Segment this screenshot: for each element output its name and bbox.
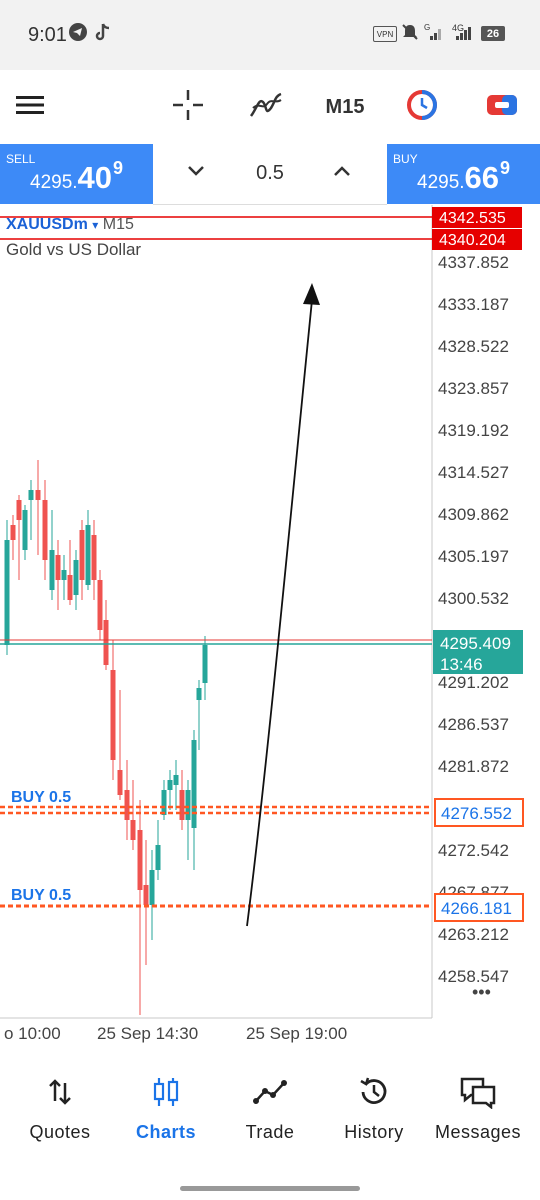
candle-body (35, 490, 41, 500)
symbol-timeframe: M15 (102, 216, 134, 233)
bottom-navigation: Quotes Charts Trade History Messages (0, 1056, 540, 1200)
candle-body (85, 525, 91, 585)
messages-icon (424, 1074, 532, 1110)
candle-body (4, 540, 10, 645)
candle-body (191, 740, 197, 828)
candle-body (61, 570, 67, 580)
price-axis-label: 4319.192 (438, 421, 509, 440)
candle-body (79, 530, 85, 580)
price-axis-label: 4333.187 (438, 295, 509, 314)
price-axis-label: 4337.852 (438, 253, 509, 272)
candle-body (161, 790, 167, 815)
candle-body (110, 670, 116, 760)
nav-label: Messages (434, 1122, 522, 1142)
candle-body (55, 555, 61, 580)
candle-body (167, 780, 173, 790)
symbol-caret-icon: ▾ (92, 218, 99, 232)
price-axis-label: 4300.532 (438, 589, 509, 608)
nav-label: History (344, 1122, 404, 1142)
bar-countdown: 13:46 (440, 655, 483, 674)
nav-messages[interactable]: Messages (424, 1074, 532, 1143)
price-axis-label: 4263.212 (438, 925, 509, 944)
candle-body (143, 885, 149, 905)
current-price-label: 4295.409 (440, 634, 511, 653)
alert-price-label: 4340.204 (439, 232, 506, 249)
price-axis-label: 4328.522 (438, 337, 509, 356)
price-axis-label: 4309.862 (438, 505, 509, 524)
price-axis-label: 4291.202 (438, 673, 509, 692)
order-price-label: 4276.552 (441, 804, 512, 823)
candle-body (149, 870, 155, 905)
time-axis-label: o 10:00 (4, 1024, 61, 1043)
candle-body (28, 490, 34, 500)
time-axis-label: 25 Sep 14:30 (97, 1024, 198, 1043)
candle-body (196, 688, 202, 700)
candle-body (67, 575, 73, 600)
candles-icon (112, 1074, 220, 1110)
candle-body (130, 820, 136, 840)
candle-body (202, 645, 208, 683)
price-axis-label: 4323.857 (438, 379, 509, 398)
nav-label: Charts (135, 1122, 196, 1142)
price-axis-label: 4314.527 (438, 463, 509, 482)
nav-label: Quotes (29, 1122, 91, 1142)
order-price-label: 4266.181 (441, 899, 512, 918)
price-axis-label: 4305.197 (438, 547, 509, 566)
candle-body (91, 535, 97, 580)
symbol-name: XAUUSDm (6, 216, 88, 233)
candle-body (16, 500, 22, 520)
time-axis-label: 25 Sep 19:00 (246, 1024, 347, 1043)
symbol-header[interactable]: XAUUSDm ▾ M15 (6, 216, 134, 234)
candle-body (97, 580, 103, 630)
nav-quotes[interactable]: Quotes (6, 1074, 114, 1143)
price-axis-label: 4272.542 (438, 841, 509, 860)
alert-price-label: 4342.535 (439, 210, 506, 227)
candle-body (124, 790, 130, 820)
candle-body (22, 510, 28, 550)
candle-body (42, 500, 48, 560)
order-label: BUY 0.5 (11, 887, 71, 904)
quotes-arrows-icon (6, 1074, 114, 1110)
nav-trade[interactable]: Trade (216, 1074, 324, 1143)
candle-body (137, 830, 143, 890)
price-axis-label: 4286.537 (438, 715, 509, 734)
candle-body (117, 770, 123, 795)
nav-label: Trade (245, 1122, 295, 1142)
nav-history[interactable]: History (320, 1074, 428, 1143)
home-indicator[interactable] (180, 1186, 360, 1191)
candle-body (49, 550, 55, 590)
history-clock-icon (320, 1074, 428, 1110)
candle-body (155, 845, 161, 870)
candle-body (185, 790, 191, 820)
candle-body (103, 620, 109, 665)
chart-canvas[interactable]: 4342.535 4340.204 4337.852 4333.187 4328… (0, 0, 540, 1060)
symbol-description: Gold vs US Dollar (6, 240, 142, 259)
nav-charts[interactable]: Charts (112, 1074, 220, 1143)
candle-body (10, 525, 16, 540)
candle-body (173, 775, 179, 785)
candle-body (179, 790, 185, 820)
price-axis-label: 4281.872 (438, 757, 509, 776)
order-label: BUY 0.5 (11, 789, 71, 806)
candle-body (73, 560, 79, 595)
more-options-icon: ••• (472, 982, 491, 1002)
trade-line-icon (216, 1074, 324, 1110)
